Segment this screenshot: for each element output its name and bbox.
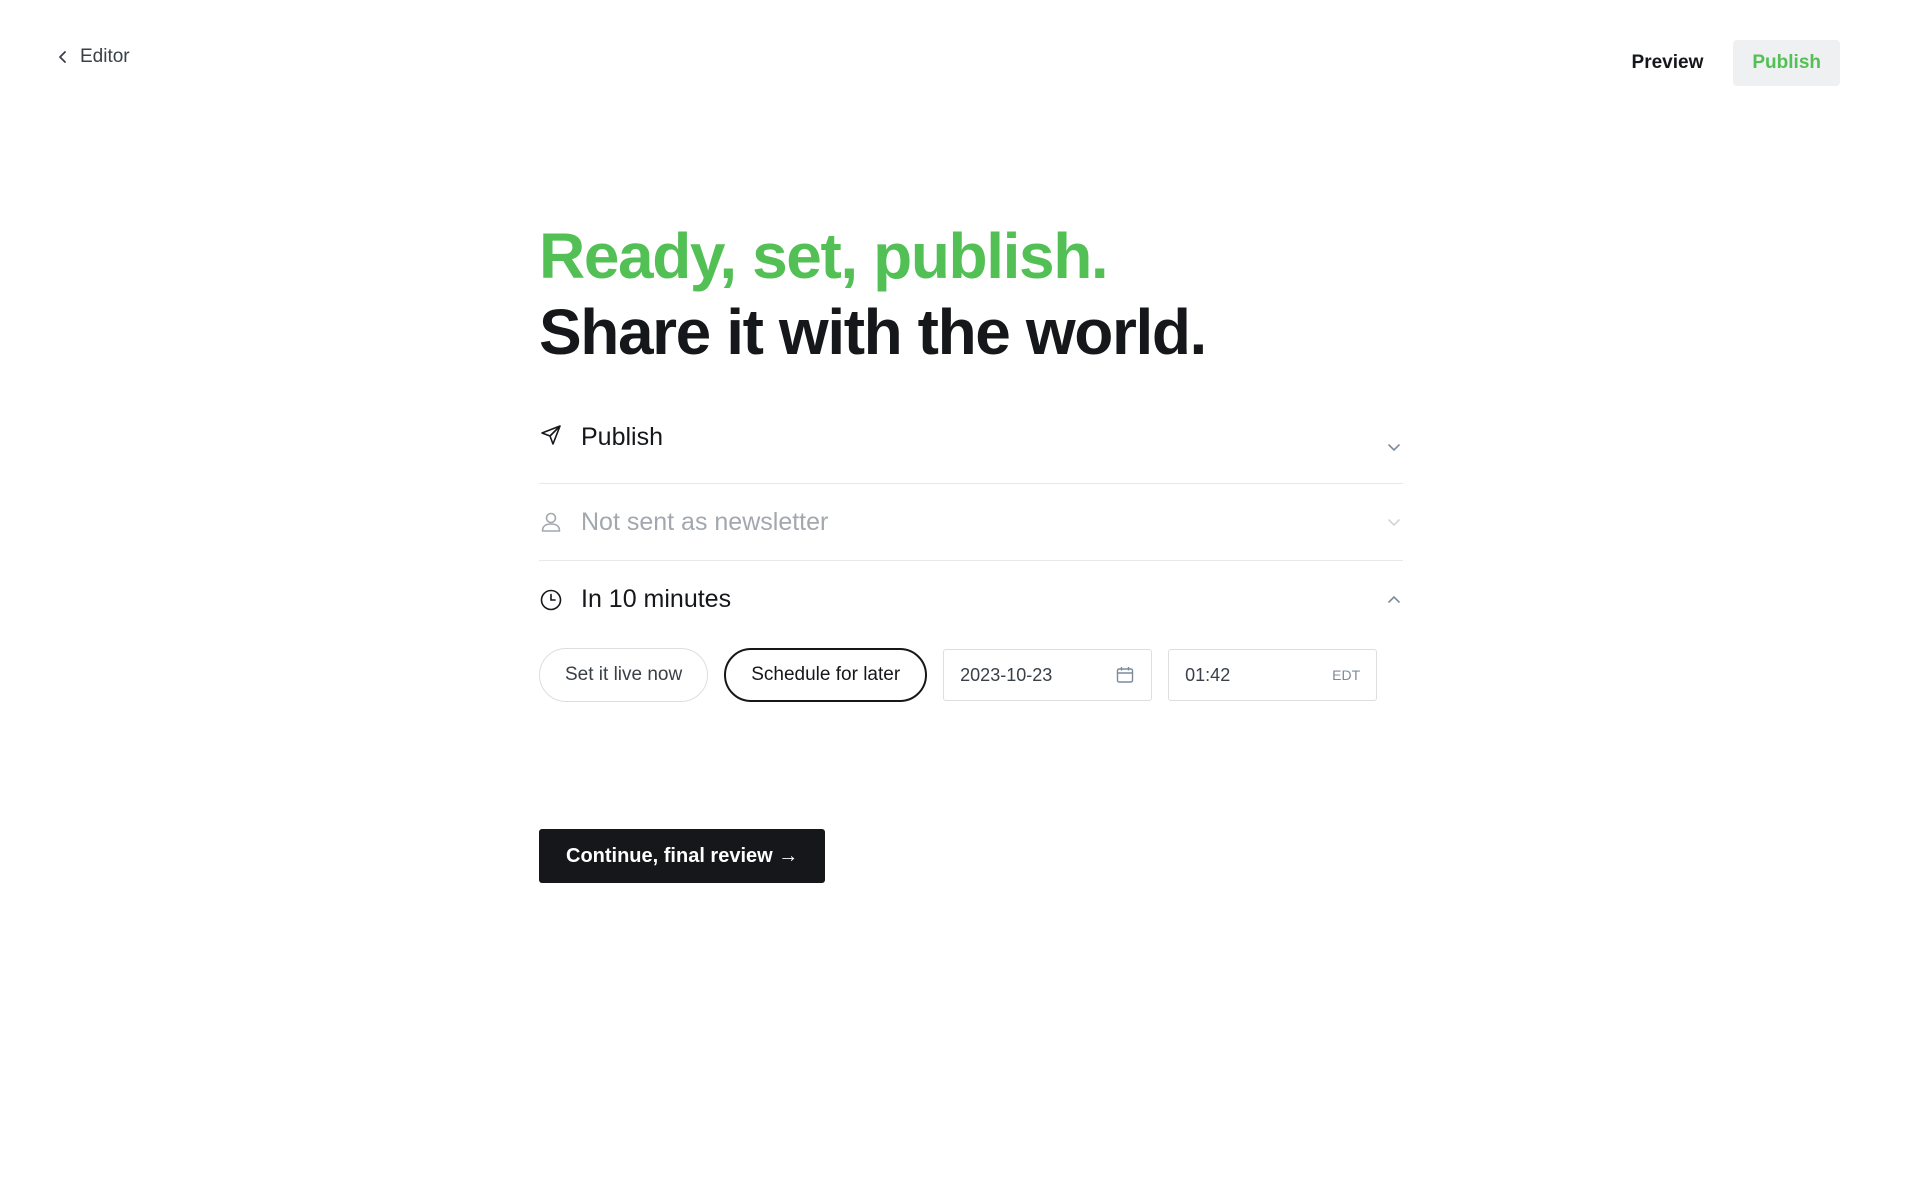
top-actions: Preview Publish	[1616, 40, 1840, 86]
preview-button[interactable]: Preview	[1616, 40, 1720, 86]
user-icon	[539, 510, 563, 534]
publish-panel: Ready, set, publish. Share it with the w…	[539, 218, 1403, 883]
chevron-down-icon	[1388, 444, 1400, 452]
chevron-down-icon	[1388, 519, 1400, 527]
setting-label: Not sent as newsletter	[581, 507, 829, 536]
top-bar: Editor Preview Publish	[0, 0, 1920, 126]
schedule-later-option[interactable]: Schedule for later	[724, 648, 928, 702]
setting-publish-type[interactable]: Publish	[539, 417, 1403, 484]
chevron-up-icon	[1388, 595, 1400, 603]
time-value: 01:42	[1185, 664, 1231, 685]
clock-icon	[539, 588, 563, 612]
send-icon	[539, 423, 563, 447]
chevron-left-icon	[59, 51, 66, 63]
schedule-controls: Set it live now Schedule for later 2023-…	[539, 648, 1403, 702]
back-to-editor-link[interactable]: Editor	[56, 46, 130, 68]
setting-label: In 10 minutes	[581, 585, 732, 613]
timezone-label: EDT	[1332, 667, 1361, 683]
headline-main: Share it with the world.	[539, 296, 1207, 368]
setting-newsletter[interactable]: Not sent as newsletter	[539, 484, 1403, 561]
continue-final-review-button[interactable]: Continue, final review →	[539, 829, 826, 883]
set-live-now-option[interactable]: Set it live now	[539, 648, 709, 702]
setting-label: Publish	[581, 423, 663, 451]
headline-accent: Ready, set, publish.	[539, 220, 1109, 292]
page-title: Ready, set, publish. Share it with the w…	[539, 218, 1403, 370]
publish-settings: Publish Not sent as newsletter In 10 min…	[539, 417, 1403, 702]
date-field[interactable]: 2023-10-23	[943, 649, 1153, 701]
publish-button[interactable]: Publish	[1733, 40, 1840, 86]
back-label: Editor	[80, 46, 130, 67]
calendar-icon	[1116, 667, 1134, 683]
setting-schedule[interactable]: In 10 minutes	[539, 561, 1403, 638]
date-value: 2023-10-23	[960, 664, 1053, 685]
time-field[interactable]: 01:42 EDT	[1168, 649, 1378, 701]
